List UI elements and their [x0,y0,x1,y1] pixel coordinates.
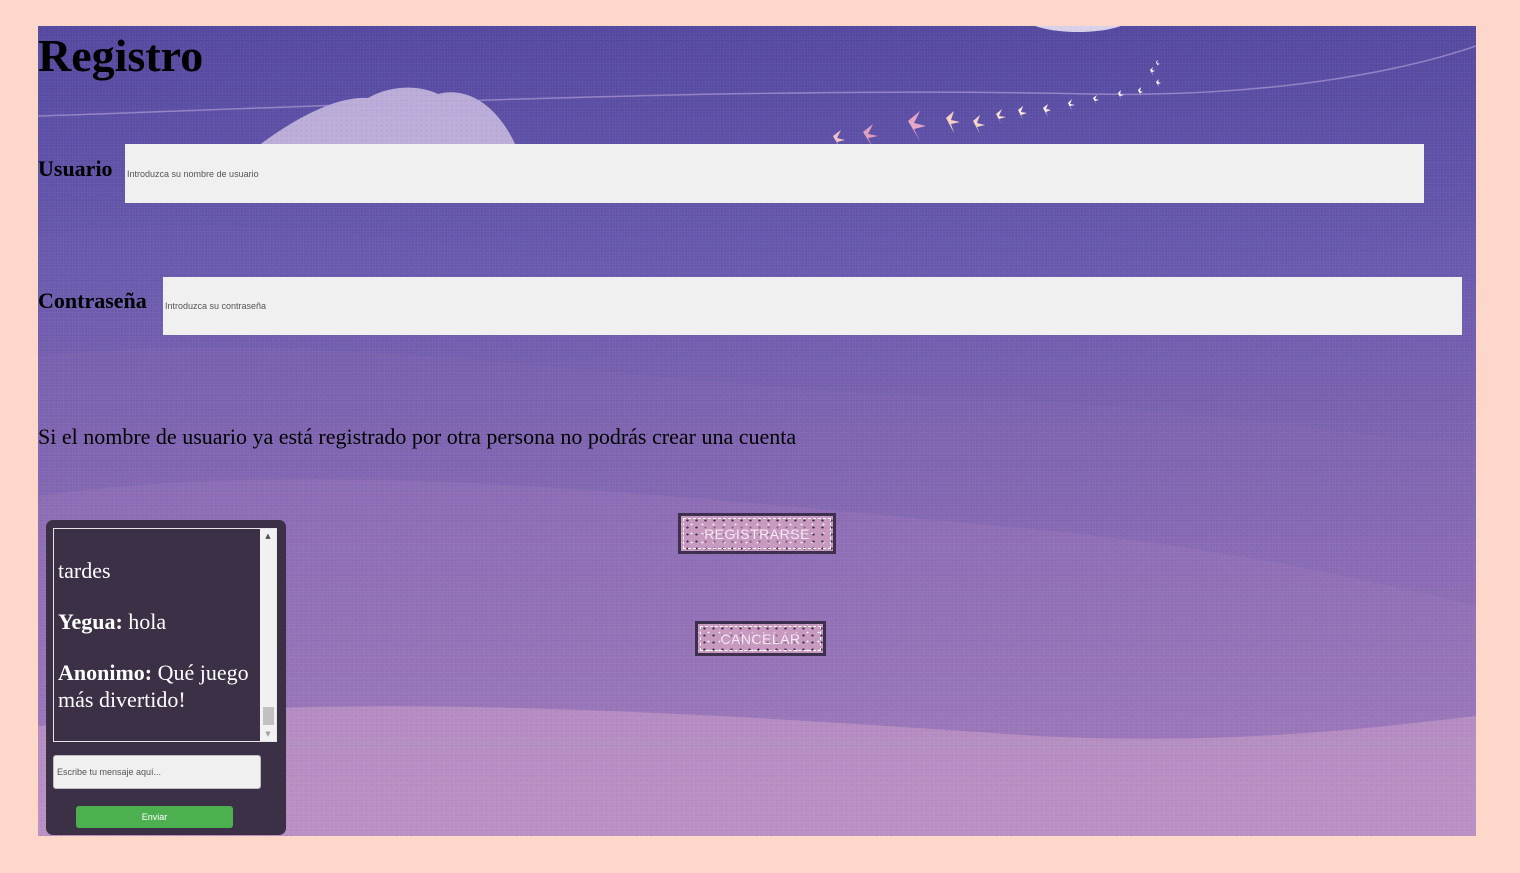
scroll-up-arrow-icon[interactable]: ▲ [260,529,276,543]
chat-message-input[interactable] [53,755,261,789]
send-button[interactable]: Enviar [76,806,233,828]
cancel-button[interactable]: CANCELAR [695,621,826,656]
chat-scrollbar[interactable]: ▲ ▼ [260,529,276,741]
scroll-down-arrow-icon[interactable]: ▼ [260,727,276,741]
password-label: Contraseña [38,288,147,313]
cancel-button-label: CANCELAR [720,630,801,647]
chat-message: tardes [58,557,258,584]
password-input[interactable] [163,277,1462,335]
moon-shape [1035,26,1121,32]
username-input[interactable] [125,144,1424,203]
chat-messages: tardes Yegua: hola Anonimo: Qué juego má… [58,557,258,713]
birds-flock [833,60,1161,150]
registration-note: Si el nombre de usuario ya está registra… [38,424,797,449]
scroll-thumb[interactable] [263,707,274,725]
background-scene: Registro Usuario Contraseña Si el nombre… [38,26,1476,836]
chat-message-user: Anonimo: [58,660,153,685]
register-button[interactable]: REGISTRARSE [678,513,836,554]
chat-message-text: tardes [58,558,111,583]
register-button-label: REGISTRARSE [704,525,810,542]
chat-message: Yegua: hola [58,608,258,635]
username-label: Usuario [38,156,113,181]
chat-message-text: hola [122,609,167,634]
chat-log[interactable]: tardes Yegua: hola Anonimo: Qué juego má… [53,528,277,742]
chat-message-user: Yegua: [58,609,123,634]
chat-panel: tardes Yegua: hola Anonimo: Qué juego má… [46,520,286,835]
chat-message: Anonimo: Qué juego más divertido! [58,659,258,713]
page-title: Registro [38,30,204,81]
sky-line [38,45,1476,117]
mountain-shape [258,87,516,146]
